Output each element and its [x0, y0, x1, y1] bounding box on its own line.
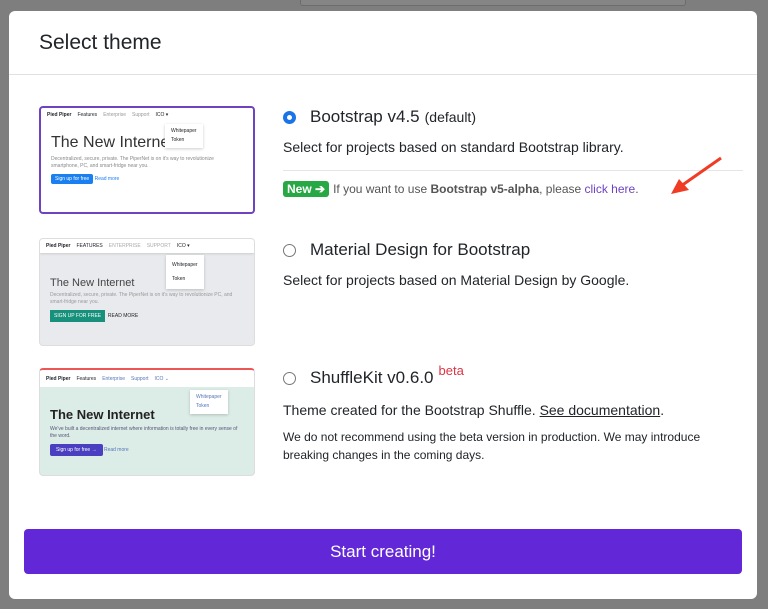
theme-description: Theme created for the Bootstrap Shuffle. [283, 402, 540, 418]
preview-brand: Pied Piper [47, 112, 72, 118]
preview-heading: The New Internet [51, 134, 174, 151]
preview-nav-item: Support [130, 375, 149, 382]
modal-title: Select theme [39, 31, 162, 54]
preview-primary-button: Sign up for free [51, 174, 94, 184]
preview-dropdown: Whitepaper Token [166, 255, 204, 289]
dropdown-item: Whitepaper [196, 394, 222, 400]
theme-option-shufflekit: ShuffleKit v0.6.0 beta Theme created for … [283, 363, 743, 464]
preview-lead: We've built a decentralized internet whe… [50, 426, 238, 439]
new-badge: New ➔ [283, 181, 330, 197]
preview-nav-item: ENTERPRISE [108, 243, 141, 249]
preview-primary-button: Sign up for free → [50, 444, 103, 456]
preview-material[interactable]: Pied Piper FEATURES ENTERPRISE SUPPORT I… [39, 238, 255, 346]
preview-nav-item: SUPPORT [146, 243, 171, 249]
red-arrow-icon [671, 156, 722, 194]
modal-header: Select theme [9, 11, 757, 75]
preview-nav-item: Features [76, 375, 97, 382]
background-input [300, 0, 686, 6]
radio-material[interactable] [283, 243, 296, 257]
preview-primary-button: SIGN UP FOR FREE [50, 310, 106, 322]
preview-nav-item: ICO ⌄ [154, 375, 169, 382]
preview-nav: Pied Piper Features Enterprise Support I… [40, 370, 254, 387]
preview-bootstrap[interactable]: Pied Piper Features Enterprise Support I… [39, 106, 255, 214]
preview-dropdown: Whitepaper Token [165, 124, 203, 148]
preview-nav-item: ICO ▾ [155, 112, 169, 118]
notice-text: If you want to use [333, 182, 431, 196]
preview-link: READ MORE [107, 313, 139, 319]
start-creating-button[interactable]: Start creating! [24, 529, 742, 574]
preview-brand: Pied Piper [46, 243, 71, 249]
preview-nav-item: ICO ▾ [176, 243, 190, 249]
notice-bold: Bootstrap v5-alpha [430, 182, 540, 196]
dropdown-item: Token [196, 403, 210, 409]
click-here-link[interactable]: click here [585, 182, 636, 196]
dropdown-item: Token [171, 137, 185, 143]
radio-shufflekit[interactable] [283, 371, 296, 385]
beta-warning: We do not recommend using the beta versi… [283, 430, 701, 462]
dropdown-item: Whitepaper [172, 262, 198, 268]
preview-nav: Pied Piper FEATURES ENTERPRISE SUPPORT I… [40, 239, 254, 253]
preview-nav-item: Features [77, 112, 98, 118]
preview-nav-item: Enterprise [103, 112, 126, 118]
theme-name: ShuffleKit v0.6.0 [310, 368, 434, 387]
theme-description: Select for projects based on Material De… [283, 272, 630, 288]
preview-brand: Pied Piper [46, 375, 71, 382]
preview-lead: Decentralized, secure, private. The Pipe… [51, 156, 214, 169]
select-theme-modal: Select theme Pied Piper Features Enterpr… [9, 11, 757, 599]
preview-shufflekit[interactable]: Pied Piper Features Enterprise Support I… [39, 368, 255, 476]
preview-link: Read more [94, 176, 120, 182]
see-documentation-link[interactable]: See documentation [540, 402, 661, 418]
theme-description: . [660, 402, 665, 418]
theme-description: Select for projects based on standard Bo… [283, 139, 624, 155]
radio-bootstrap[interactable] [283, 110, 296, 124]
preview-nav: Pied Piper Features Enterprise Support I… [41, 108, 253, 122]
preview-nav-item: Support [131, 112, 150, 118]
preview-link: Read more [103, 447, 129, 453]
default-label: (default) [424, 109, 476, 125]
theme-name: Bootstrap v4.5 [310, 107, 420, 126]
theme-name: Material Design for Bootstrap [310, 240, 531, 259]
preview-dropdown: Whitepaper Token [190, 390, 228, 414]
notice-text: . [635, 182, 639, 196]
notice-text: , please [539, 182, 585, 196]
preview-nav-item: FEATURES [76, 243, 103, 249]
theme-option-material: Material Design for Bootstrap Select for… [283, 240, 743, 288]
dropdown-item: Whitepaper [171, 128, 197, 134]
dropdown-item: Token [172, 276, 186, 282]
preview-lead: Decentralized, secure, private. The Pipe… [50, 292, 233, 305]
beta-badge: beta [438, 362, 464, 378]
preview-heading: The New Internet [50, 277, 135, 289]
preview-nav-item: Enterprise [102, 375, 125, 382]
